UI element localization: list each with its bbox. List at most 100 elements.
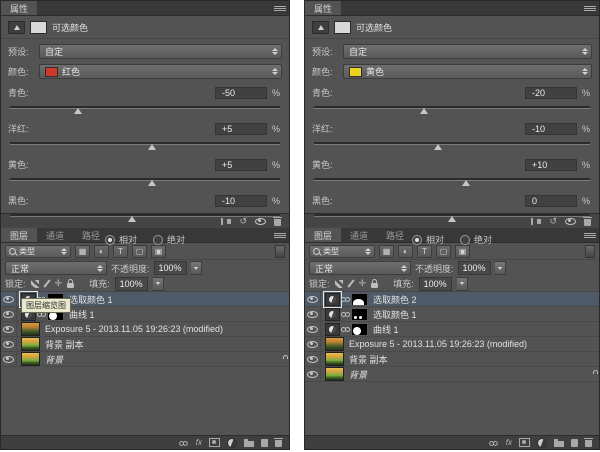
- filter-pixel-icon[interactable]: ▦: [379, 245, 394, 258]
- layer-row-exposure[interactable]: Exposure 5 - 2013.11.05 19:26:23 (modifi…: [305, 337, 599, 352]
- blend-mode-select[interactable]: 正常: [5, 261, 107, 275]
- filter-type-select[interactable]: 类型: [5, 245, 71, 258]
- filter-pixel-icon[interactable]: ▦: [75, 245, 90, 258]
- visibility-toggle[interactable]: [305, 292, 321, 306]
- adjustment-thumbnail[interactable]: [325, 308, 340, 321]
- color-select[interactable]: 黄色: [343, 64, 592, 79]
- mask-badge-icon[interactable]: [334, 21, 351, 34]
- layer-row-background-copy[interactable]: 背景 副本: [305, 352, 599, 367]
- mask-thumbnail[interactable]: [351, 308, 368, 321]
- cyan-value-input[interactable]: -20: [525, 87, 577, 99]
- filter-shape-icon[interactable]: ▢: [436, 245, 451, 258]
- panel-menu-icon[interactable]: [584, 1, 596, 15]
- layer-name[interactable]: 选取颜色 1: [373, 308, 417, 321]
- layer-thumbnail[interactable]: [21, 352, 40, 366]
- black-slider-track[interactable]: [314, 214, 590, 217]
- layer-style-icon[interactable]: fx: [196, 439, 202, 447]
- opacity-input[interactable]: 100%: [458, 261, 491, 275]
- magenta-slider-track[interactable]: [10, 142, 280, 145]
- new-layer-icon[interactable]: [571, 439, 578, 447]
- fill-input[interactable]: 100%: [419, 277, 452, 291]
- layer-row-exposure[interactable]: Exposure 5 - 2013.11.05 19:26:23 (modifi…: [1, 322, 289, 337]
- magenta-value-input[interactable]: +5: [215, 123, 267, 135]
- link-layers-icon[interactable]: [179, 440, 188, 446]
- layer-row-background-copy[interactable]: 背景 副本: [1, 337, 289, 352]
- layer-name[interactable]: 背景 副本: [45, 338, 84, 351]
- absolute-radio[interactable]: 绝对: [460, 233, 492, 246]
- layer-name[interactable]: 选取颜色 2: [373, 293, 417, 306]
- filter-adjustment-icon[interactable]: ◐: [94, 245, 109, 258]
- layer-name[interactable]: Exposure 5 - 2013.11.05 19:26:23 (modifi…: [349, 339, 527, 349]
- black-value-input[interactable]: 0: [525, 195, 577, 207]
- cyan-slider-thumb[interactable]: [420, 108, 428, 114]
- visibility-toggle[interactable]: [305, 352, 321, 366]
- new-adjustment-icon[interactable]: [227, 438, 237, 448]
- layer-style-icon[interactable]: fx: [506, 439, 512, 447]
- adjustment-thumbnail[interactable]: [325, 293, 340, 306]
- layer-name[interactable]: 曲线 1: [69, 308, 95, 321]
- layer-name[interactable]: 选取颜色 1: [69, 293, 113, 306]
- lock-position-icon[interactable]: ✛: [359, 279, 367, 288]
- layer-name[interactable]: 曲线 1: [373, 323, 399, 336]
- yellow-value-input[interactable]: +5: [215, 159, 267, 171]
- cyan-slider-track[interactable]: [10, 106, 280, 109]
- yellow-slider-thumb[interactable]: [462, 180, 470, 186]
- visibility-toggle[interactable]: [1, 352, 17, 366]
- yellow-slider-track[interactable]: [314, 178, 590, 181]
- filter-shape-icon[interactable]: ▢: [132, 245, 147, 258]
- preset-select[interactable]: 自定: [343, 44, 592, 59]
- layer-row-selective-color-2[interactable]: 选取颜色 2: [305, 292, 599, 307]
- color-select[interactable]: 红色: [39, 64, 282, 79]
- layer-thumbnail[interactable]: [325, 337, 344, 351]
- clip-to-layer-icon[interactable]: [531, 218, 541, 225]
- lock-position-icon[interactable]: ✛: [55, 279, 63, 288]
- visibility-icon[interactable]: [565, 218, 576, 225]
- lock-transparency-icon[interactable]: [335, 280, 343, 288]
- black-value-input[interactable]: -10: [215, 195, 267, 207]
- yellow-slider-track[interactable]: [10, 178, 280, 181]
- adjustment-thumbnail[interactable]: [325, 323, 340, 336]
- layer-thumbnail[interactable]: [21, 322, 40, 336]
- layer-thumbnail[interactable]: [21, 337, 40, 351]
- new-group-icon[interactable]: [244, 441, 254, 447]
- visibility-toggle[interactable]: [305, 367, 321, 381]
- lock-transparency-icon[interactable]: [31, 280, 39, 288]
- mask-thumbnail[interactable]: [351, 323, 368, 336]
- layer-name[interactable]: 背景: [349, 368, 367, 381]
- filter-adjustment-icon[interactable]: ◐: [398, 245, 413, 258]
- cyan-slider-thumb[interactable]: [74, 108, 82, 114]
- tab-properties[interactable]: 属性: [1, 1, 37, 15]
- black-slider-thumb[interactable]: [128, 216, 136, 222]
- new-layer-icon[interactable]: [261, 439, 268, 447]
- filter-smartobject-icon[interactable]: ▣: [455, 245, 470, 258]
- clip-to-layer-icon[interactable]: [221, 218, 231, 225]
- mask-badge-icon[interactable]: [30, 21, 47, 34]
- add-mask-icon[interactable]: [519, 438, 530, 447]
- filter-toggle-icon[interactable]: [585, 245, 595, 258]
- lock-all-icon[interactable]: [371, 283, 378, 288]
- black-slider-thumb[interactable]: [448, 216, 456, 222]
- panel-menu-icon[interactable]: [274, 1, 286, 15]
- yellow-slider-thumb[interactable]: [148, 180, 156, 186]
- mask-thumbnail[interactable]: [351, 293, 368, 306]
- cyan-slider-track[interactable]: [314, 106, 590, 109]
- delete-adjustment-icon[interactable]: [274, 219, 281, 226]
- layer-row-background[interactable]: 背景: [305, 367, 599, 382]
- visibility-toggle[interactable]: [1, 292, 17, 306]
- layer-name[interactable]: 背景: [45, 353, 63, 366]
- visibility-toggle[interactable]: [305, 322, 321, 336]
- fill-spinner-icon[interactable]: [457, 277, 468, 291]
- magenta-slider-thumb[interactable]: [434, 144, 442, 150]
- relative-radio[interactable]: 相对: [412, 233, 444, 246]
- new-group-icon[interactable]: [554, 441, 564, 447]
- blend-mode-select[interactable]: 正常: [309, 261, 411, 275]
- layer-thumbnail[interactable]: [325, 352, 344, 366]
- layer-row-selective-color-1[interactable]: 选取颜色 1: [305, 307, 599, 322]
- visibility-icon[interactable]: [255, 218, 266, 225]
- fill-spinner-icon[interactable]: [153, 277, 164, 291]
- delete-adjustment-icon[interactable]: [584, 219, 591, 226]
- magenta-value-input[interactable]: -10: [525, 123, 577, 135]
- black-slider-track[interactable]: [10, 214, 280, 217]
- layer-row-curves-1[interactable]: 曲线 1: [305, 322, 599, 337]
- preset-select[interactable]: 自定: [39, 44, 282, 59]
